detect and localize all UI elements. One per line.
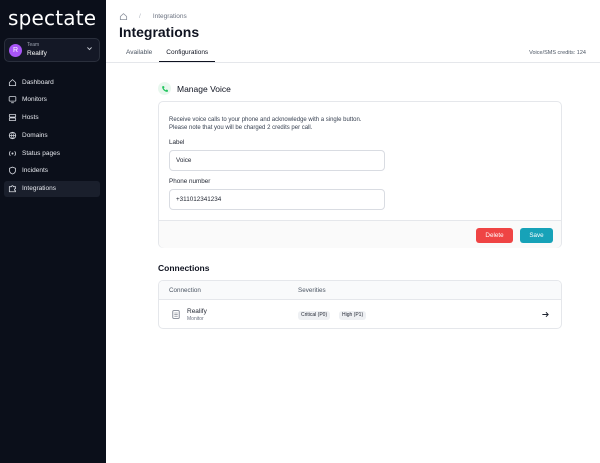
- label-input[interactable]: [169, 150, 385, 171]
- column-header-severities: Severities: [298, 287, 326, 294]
- severity-badge-high: High (P1): [339, 311, 367, 320]
- voice-description-line: Receive voice calls to your phone and ac…: [169, 117, 362, 123]
- document-icon: [172, 310, 180, 319]
- voice-description-line: Please note that you will be charged 2 c…: [169, 125, 313, 131]
- sidebar-item-label: Status pages: [22, 149, 60, 157]
- sidebar-item-label: Monitors: [22, 96, 47, 104]
- tab-bar: Available Configurations: [119, 46, 216, 62]
- severity-badge-critical: Critical (P0): [298, 311, 331, 320]
- phone-number-input[interactable]: [169, 189, 385, 210]
- sidebar-item-dashboard[interactable]: Dashboard: [4, 74, 100, 90]
- sidebar-item-label: Incidents: [22, 167, 49, 175]
- sidebar-item-domains[interactable]: Domains: [4, 127, 100, 143]
- sidebar-item-monitors[interactable]: Monitors: [4, 92, 100, 108]
- breadcrumb-current[interactable]: Integrations: [153, 13, 187, 20]
- voice-description: Receive voice calls to your phone and ac…: [169, 116, 469, 132]
- sidebar-item-label: Hosts: [22, 114, 39, 122]
- signal-icon: [8, 149, 17, 158]
- phone-icon: [158, 82, 171, 95]
- puzzle-icon: [8, 184, 17, 193]
- column-header-connection: Connection: [169, 287, 201, 294]
- page-title: Integrations: [119, 24, 200, 40]
- sidebar-item-label: Domains: [22, 131, 48, 139]
- sidebar-item-hosts[interactable]: Hosts: [4, 110, 100, 126]
- table-row[interactable]: Realify Monitor Critical (P0) High (P1): [159, 301, 561, 328]
- arrow-right-icon[interactable]: [541, 310, 550, 319]
- breadcrumb: / Integrations: [119, 11, 187, 21]
- sidebar-item-label: Dashboard: [22, 78, 54, 86]
- voice-settings-card: Receive voice calls to your phone and ac…: [158, 101, 562, 248]
- monitor-icon: [8, 95, 17, 104]
- save-button[interactable]: Save: [520, 228, 553, 243]
- team-avatar: R: [9, 44, 22, 57]
- chevron-down-icon: [86, 45, 93, 54]
- delete-button[interactable]: Delete: [476, 228, 513, 243]
- sidebar-item-integrations[interactable]: Integrations: [4, 180, 100, 197]
- table-header: Connection Severities: [159, 281, 561, 300]
- sidebar-item-status-pages[interactable]: Status pages: [4, 145, 100, 161]
- home-icon[interactable]: [119, 12, 128, 21]
- team-label: Team: [27, 42, 40, 48]
- manage-voice-title: Manage Voice: [177, 83, 231, 94]
- card-footer: Delete Save: [159, 220, 561, 248]
- home-icon: [8, 78, 17, 87]
- server-icon: [8, 113, 17, 122]
- phone-field-label: Phone number: [169, 178, 211, 185]
- header-divider: [106, 62, 600, 63]
- connections-table: Connection Severities Realify Monitor Cr…: [158, 280, 562, 329]
- shield-icon: [8, 166, 17, 175]
- connection-name: Realify: [187, 308, 207, 315]
- globe-icon: [8, 131, 17, 140]
- team-name: Realify: [27, 50, 47, 57]
- credits-counter: Voice/SMS credits: 124: [529, 50, 586, 56]
- breadcrumb-separator: /: [139, 12, 141, 20]
- sidebar-nav: Dashboard Monitors Hosts Domains Status …: [4, 74, 100, 199]
- team-switcher[interactable]: R Team Realify: [4, 38, 100, 62]
- sidebar-item-label: Integrations: [22, 185, 56, 193]
- tab-available[interactable]: Available: [119, 46, 159, 62]
- tab-configurations[interactable]: Configurations: [159, 46, 216, 62]
- connections-title: Connections: [158, 263, 210, 273]
- label-field-label: Label: [169, 139, 185, 146]
- sidebar: spectate R Team Realify Dashboard Monito…: [0, 0, 106, 463]
- app-logo[interactable]: spectate: [8, 6, 96, 30]
- connection-type: Monitor: [187, 316, 204, 322]
- manage-voice-header: Manage Voice: [158, 82, 231, 95]
- sidebar-item-incidents[interactable]: Incidents: [4, 163, 100, 179]
